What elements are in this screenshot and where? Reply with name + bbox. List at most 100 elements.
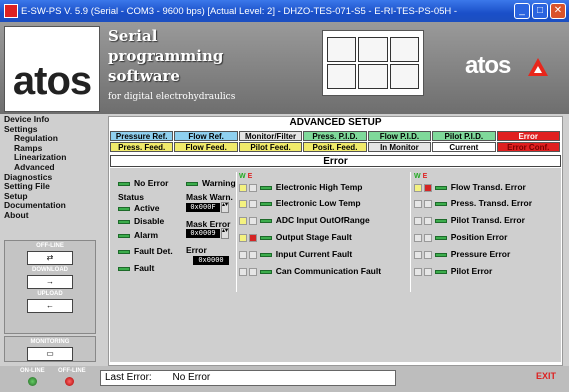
tab-pressure-ref[interactable]: Pressure Ref. xyxy=(110,131,174,141)
error-checkbox[interactable] xyxy=(249,233,258,242)
error-row: Can Communication Fault xyxy=(239,266,381,276)
tabs-row-2: Press. Feed. Flow Feed. Pilot Feed. Posi… xyxy=(110,142,561,152)
mask-warn-stepper[interactable]: ▴▾ xyxy=(221,202,229,213)
download-icon[interactable]: → xyxy=(27,275,73,289)
warn-checkbox[interactable] xyxy=(414,250,422,259)
tab-flow-ref[interactable]: Flow Ref. xyxy=(174,131,238,141)
error-label: Error xyxy=(186,245,207,255)
error-checkbox[interactable] xyxy=(424,199,433,208)
error-checkbox[interactable] xyxy=(424,183,433,192)
monitoring-label: MONITORING xyxy=(30,339,70,345)
w-header: W xyxy=(414,173,421,180)
tab-pilot-pid[interactable]: Pilot P.I.D. xyxy=(432,131,496,141)
error-checkbox[interactable] xyxy=(249,183,258,192)
warn-checkbox[interactable] xyxy=(239,183,247,192)
e-header: E xyxy=(422,173,428,180)
warn-checkbox[interactable] xyxy=(239,250,247,259)
diagram-icon xyxy=(358,37,388,62)
led-icon xyxy=(259,269,272,274)
error-checkbox[interactable] xyxy=(424,267,433,276)
brand-triangle-icon xyxy=(528,58,548,76)
maximize-button[interactable]: □ xyxy=(532,3,548,19)
app-icon xyxy=(4,4,18,18)
diagram-icon xyxy=(327,37,357,62)
e-header: E xyxy=(247,173,253,180)
atos-logo: atos xyxy=(4,26,100,112)
app-subtitle: for digital electrohydraulics xyxy=(108,92,236,102)
tab-flow-feed[interactable]: Flow Feed. xyxy=(174,142,238,152)
led-icon xyxy=(118,266,130,271)
title-bar: E-SW-PS V. 5.9 (Serial - COM3 - 9600 bps… xyxy=(0,0,569,22)
warn-checkbox[interactable] xyxy=(414,216,422,225)
tab-error[interactable]: Error xyxy=(496,131,560,141)
sidebar-item-about[interactable]: About xyxy=(4,210,100,221)
led-icon xyxy=(434,252,447,257)
led-icon xyxy=(118,219,130,224)
close-button[interactable]: ✕ xyxy=(550,3,566,19)
error-row: Flow Transd. Error xyxy=(414,182,526,192)
warn-checkbox[interactable] xyxy=(239,267,247,276)
tab-in-monitor[interactable]: In Monitor xyxy=(367,142,432,152)
diagram-icon xyxy=(327,64,357,89)
tab-flow-pid[interactable]: Flow P.I.D. xyxy=(367,131,432,141)
w-header: W xyxy=(239,173,246,180)
upload-icon[interactable]: ← xyxy=(27,299,73,313)
led-icon xyxy=(434,201,447,206)
warn-checkbox[interactable] xyxy=(239,233,247,242)
upload-label: UPLOAD xyxy=(37,291,63,297)
warn-checkbox[interactable] xyxy=(239,199,247,208)
tab-pilot-feed[interactable]: Pilot Feed. xyxy=(238,142,303,152)
mask-error-stepper[interactable]: ▴▾ xyxy=(221,228,229,239)
error-row: Press. Transd. Error xyxy=(414,198,532,208)
led-icon xyxy=(434,185,447,190)
warn-checkbox[interactable] xyxy=(239,216,247,225)
exit-button[interactable]: EXIT xyxy=(536,371,556,381)
led-icon xyxy=(259,185,272,190)
warn-checkbox[interactable] xyxy=(414,267,422,276)
diagram-icon xyxy=(389,64,419,89)
tab-error-conf[interactable]: Error Conf. xyxy=(496,142,560,152)
mask-error-value[interactable]: 0x0009 xyxy=(186,229,220,238)
error-row: Position Error xyxy=(414,232,507,242)
error-checkbox[interactable] xyxy=(249,250,258,259)
window-title: E-SW-PS V. 5.9 (Serial - COM3 - 9600 bps… xyxy=(21,5,458,17)
mask-warn-value[interactable]: 0x000F xyxy=(186,203,220,212)
tab-press-pid[interactable]: Press. P.I.D. xyxy=(303,131,367,141)
error-checkbox[interactable] xyxy=(424,250,433,259)
tabs-row-1: Pressure Ref. Flow Ref. Monitor/Filter P… xyxy=(110,131,561,141)
error-checkbox[interactable] xyxy=(249,267,258,276)
error-row: Electronic Low Temp xyxy=(239,198,361,208)
minimize-button[interactable]: _ xyxy=(514,3,530,19)
offline-connect-icon[interactable]: ⇄ xyxy=(27,251,73,265)
error-row: ADC Input OutOfRange xyxy=(239,215,370,225)
no-error-indicator: No Error xyxy=(118,178,168,188)
warning-indicator: Warning xyxy=(186,178,236,188)
led-icon xyxy=(118,206,130,211)
tab-monitor-filter[interactable]: Monitor/Filter xyxy=(238,131,303,141)
led-icon xyxy=(434,235,447,240)
offline-led-icon xyxy=(65,377,74,386)
led-icon xyxy=(434,269,447,274)
error-checkbox[interactable] xyxy=(249,199,258,208)
error-row: Electronic High Temp xyxy=(239,182,363,192)
tab-press-feed[interactable]: Press. Feed. xyxy=(110,142,174,152)
monitoring-panel: MONITORING ▭ xyxy=(4,336,96,362)
offline-label: OFF-LINE xyxy=(36,243,64,249)
last-error-value: No Error xyxy=(172,372,211,383)
warn-checkbox[interactable] xyxy=(414,183,422,192)
tab-current[interactable]: Current xyxy=(432,142,496,152)
download-label: DOWNLOAD xyxy=(32,267,68,273)
error-row: Output Stage Fault xyxy=(239,232,352,242)
diagram-grid xyxy=(322,30,424,96)
error-checkbox[interactable] xyxy=(424,233,433,242)
warn-checkbox[interactable] xyxy=(414,199,422,208)
last-error-label: Last Error: xyxy=(105,372,152,383)
led-icon xyxy=(259,201,272,206)
monitoring-icon[interactable]: ▭ xyxy=(27,347,73,361)
tab-posit-feed[interactable]: Posit. Feed. xyxy=(303,142,367,152)
error-checkbox[interactable] xyxy=(249,216,258,225)
diagram-icon xyxy=(358,64,388,89)
warn-checkbox[interactable] xyxy=(414,233,422,242)
error-checkbox[interactable] xyxy=(424,216,433,225)
error-section-title: Error xyxy=(110,155,561,167)
